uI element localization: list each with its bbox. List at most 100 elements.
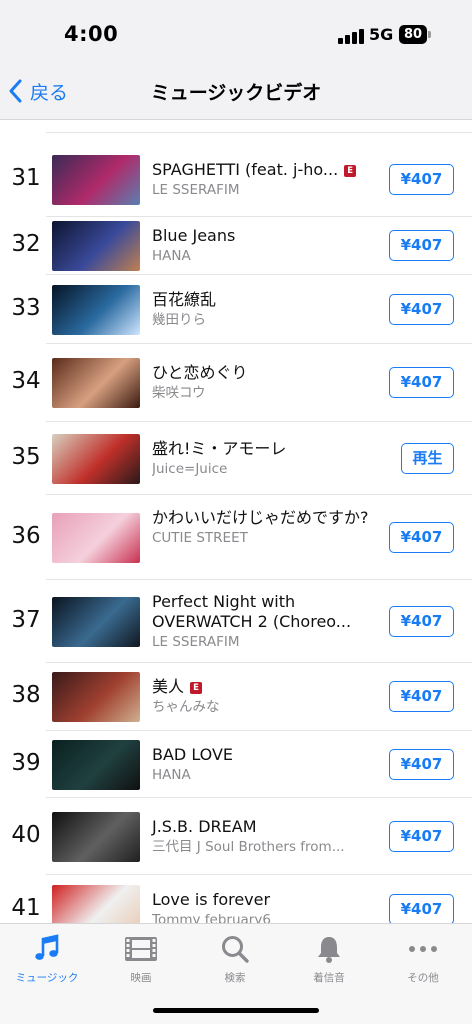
search-icon	[222, 936, 249, 963]
video-thumbnail[interactable]	[52, 154, 140, 205]
tab-label: その他	[407, 972, 439, 984]
item-info: かわいいだけじゃだめですか? CUTIE STREET	[152, 508, 374, 547]
video-title-text: 盛れ!ミ・アモーレ	[152, 438, 287, 458]
list-item[interactable]: 37 Perfect Night with OVERWATCH 2 (Choreo…	[0, 580, 472, 663]
list-item[interactable]: 38 美人 E ちゃんみな ¥407	[0, 663, 472, 731]
artist-name: 幾田りら	[152, 311, 206, 328]
film-icon	[125, 937, 157, 961]
video-title: ひと恋めぐり	[152, 363, 374, 383]
list-item[interactable]: 32 Blue Jeans HANA ¥407	[0, 217, 472, 275]
video-title-text: Blue Jeans	[152, 226, 236, 245]
video-title: かわいいだけじゃだめですか?	[152, 508, 374, 528]
item-info: Blue Jeans HANA	[152, 226, 374, 265]
price-button[interactable]: ¥407	[389, 163, 454, 195]
price-button[interactable]: ¥407	[389, 894, 454, 923]
video-thumbnail[interactable]	[52, 672, 140, 722]
item-info: 百花繚乱 幾田りら	[152, 290, 374, 329]
item-info: SPAGHETTI (feat. j-ho... E LE SSERAFIM	[152, 160, 374, 199]
tab-label: 検索	[224, 972, 246, 984]
artist-name: Juice=Juice	[152, 460, 228, 477]
list-item[interactable]: 39 BAD LOVE HANA ¥407	[0, 731, 472, 798]
page-title: ミュージックビデオ	[150, 82, 322, 104]
item-info: BAD LOVE HANA	[152, 745, 374, 784]
tab-music[interactable]: ミュージック	[0, 932, 94, 985]
more-icon	[409, 946, 437, 952]
video-title-text: BAD LOVE	[152, 744, 234, 764]
video-title-text: ひと恋めぐり	[152, 363, 248, 382]
video-thumbnail[interactable]	[52, 221, 140, 271]
item-info: Perfect Night with OVERWATCH 2 (Choreo..…	[152, 592, 374, 651]
cellular-signal-icon	[338, 28, 364, 44]
battery-level: 80	[399, 25, 427, 44]
tab-movies[interactable]: 映画	[94, 932, 188, 985]
price-button[interactable]: ¥407	[389, 748, 454, 780]
video-thumbnail[interactable]	[52, 284, 140, 335]
music-video-list: 31 SPAGHETTI (feat. j-ho... E LE SSERAFIM ¥4…	[0, 120, 472, 923]
artist-name: 三代目 J Soul Brothers from...	[152, 838, 345, 855]
battery-icon: 80	[399, 25, 431, 44]
list-item[interactable]: 35 盛れ!ミ・アモーレ Juice=Juice 再生	[0, 422, 472, 495]
list-item[interactable]: 36 かわいいだけじゃだめですか? CUTIE STREET ¥407	[0, 495, 472, 580]
rank-number: 41	[11, 895, 41, 921]
artist-name: Tommy february6	[152, 912, 271, 923]
rank-number: 31	[11, 164, 41, 191]
rank-number: 33	[11, 294, 41, 321]
artist-name: HANA	[152, 248, 191, 264]
network-type: 5G	[369, 25, 394, 44]
video-title: J.S.B. DREAM	[152, 817, 374, 837]
video-thumbnail[interactable]	[52, 512, 140, 563]
list-item[interactable]: 41 Love is forever Tommy february6 ¥407	[0, 875, 472, 923]
video-title: 美人 E	[152, 677, 374, 697]
artist-name: CUTIE STREET	[152, 529, 248, 546]
artist-name: HANA	[152, 766, 191, 783]
rank-number: 39	[11, 749, 41, 776]
tab-ringtones[interactable]: 着信音	[282, 932, 376, 985]
price-button[interactable]: ¥407	[389, 367, 454, 398]
list-item[interactable]: 31 SPAGHETTI (feat. j-ho... E LE SSERAFIM ¥4…	[0, 142, 472, 217]
video-title: 盛れ!ミ・アモーレ	[152, 439, 374, 459]
video-title: 百花繚乱	[152, 290, 374, 310]
video-title-text: J.S.B. DREAM	[152, 816, 257, 836]
rank-number: 38	[11, 682, 41, 708]
video-thumbnail[interactable]	[52, 596, 140, 647]
item-info: Love is forever Tommy february6	[152, 890, 374, 923]
list-item[interactable]: 40 J.S.B. DREAM 三代目 J Soul Brothers from..…	[0, 798, 472, 875]
artist-name: 柴咲コウ	[152, 385, 206, 401]
tab-search[interactable]: 検索	[188, 932, 282, 985]
item-info: 美人 E ちゃんみな	[152, 677, 374, 716]
price-button[interactable]: ¥407	[389, 293, 454, 325]
navigation-bar: 戻る ミュージックビデオ	[0, 62, 472, 120]
price-button[interactable]: ¥407	[389, 820, 454, 852]
video-title-text: 美人	[152, 677, 185, 696]
artist-name: ちゃんみな	[152, 699, 220, 715]
artist-name: LE SSERAFIM	[152, 181, 240, 198]
status-bar: 4:00 5G 80	[0, 0, 472, 62]
rank-number: 36	[11, 522, 41, 549]
video-thumbnail[interactable]	[52, 433, 140, 484]
music-note-icon	[35, 934, 59, 960]
video-title-text: SPAGHETTI (feat. j-ho...	[152, 159, 339, 179]
rank-number: 37	[11, 606, 41, 633]
rank-number: 35	[11, 443, 41, 470]
play-button[interactable]: 再生	[401, 442, 454, 474]
price-button[interactable]: ¥407	[389, 605, 454, 637]
video-title-text: 百花繚乱	[152, 289, 217, 309]
tab-label: ミュージック	[15, 972, 79, 984]
tab-more[interactable]: その他	[376, 932, 470, 985]
divider	[46, 132, 472, 133]
explicit-badge: E	[344, 164, 357, 177]
video-thumbnail[interactable]	[52, 811, 140, 862]
status-time: 4:00	[64, 22, 119, 46]
video-thumbnail[interactable]	[52, 739, 140, 790]
video-title-text: Perfect Night with OVERWATCH 2 (Choreo..…	[152, 591, 352, 631]
price-button[interactable]: ¥407	[389, 230, 454, 261]
artist-name: LE SSERAFIM	[152, 633, 240, 650]
video-thumbnail[interactable]	[52, 885, 140, 923]
price-button[interactable]: ¥407	[389, 681, 454, 712]
video-thumbnail[interactable]	[52, 358, 140, 408]
price-button[interactable]: ¥407	[389, 521, 454, 553]
explicit-badge: E	[190, 682, 203, 694]
list-item[interactable]: 34 ひと恋めぐり 柴咲コウ ¥407	[0, 344, 472, 422]
video-title: Love is forever	[152, 890, 374, 910]
list-item[interactable]: 33 百花繚乱幾田りら ¥407	[0, 275, 472, 344]
